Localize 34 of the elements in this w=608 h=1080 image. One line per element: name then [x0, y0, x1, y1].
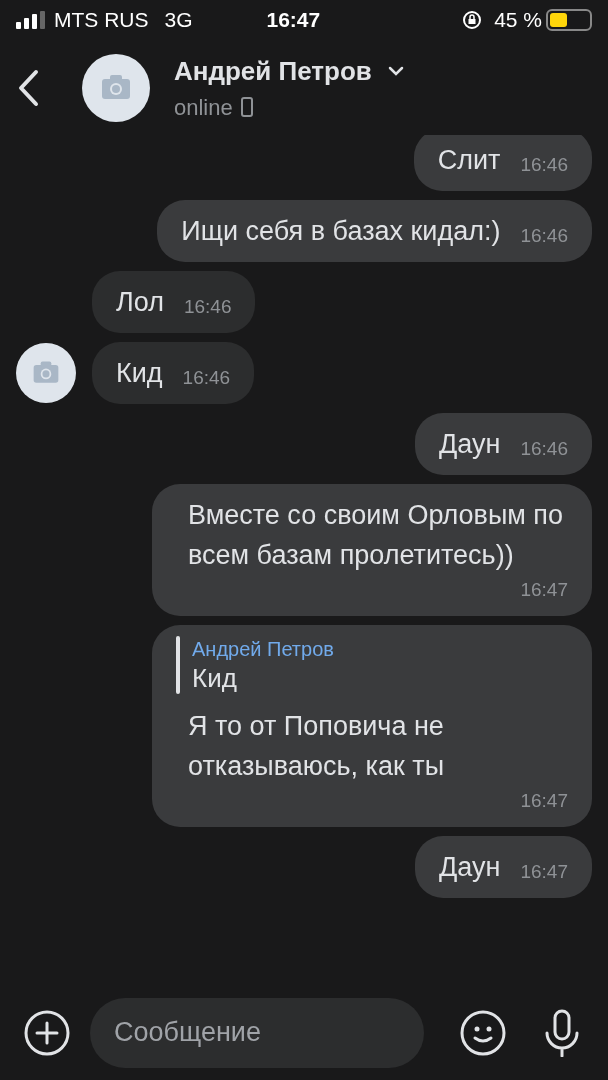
message-text: Слит — [437, 144, 501, 177]
rotation-lock-icon — [462, 10, 483, 30]
message-time: 16:46 — [183, 295, 232, 319]
reply-text: Кид — [192, 662, 238, 694]
battery-percent: 45 % — [494, 7, 542, 34]
message-text: Даун — [439, 851, 501, 884]
message-time: 16:46 — [520, 437, 568, 461]
avatar-icon — [82, 53, 150, 122]
reply-author: Андрей Петров — [192, 637, 334, 662]
signal-icon — [16, 11, 46, 29]
contact-name[interactable]: Андрей Петров — [174, 51, 372, 91]
message-time: 16:47 — [520, 860, 568, 884]
clock: 16:47 — [266, 7, 321, 34]
phone-icon — [240, 97, 253, 117]
network-type: 3G — [164, 7, 193, 34]
message-text: Я то от Поповича не отказываюсь, как ты — [188, 710, 446, 783]
message-text: Ищи себя в базах кидал:) — [181, 215, 501, 248]
message-input[interactable]: Сообщение — [90, 997, 424, 1068]
message-time: 16:47 — [520, 789, 568, 813]
add-icon[interactable] — [24, 1009, 70, 1056]
message-time: 16:46 — [520, 224, 568, 248]
chevron-down-icon[interactable] — [387, 66, 404, 76]
message-time: 16:47 — [520, 578, 568, 602]
online-status: online — [174, 93, 233, 122]
message-text: Лол — [116, 286, 164, 319]
message-text: Кид — [116, 357, 163, 390]
battery-icon — [546, 9, 592, 31]
emoji-icon[interactable] — [460, 1009, 506, 1056]
message-time: 16:46 — [520, 153, 568, 177]
message-time: 16:46 — [182, 366, 231, 390]
message-text: Даун — [439, 428, 501, 461]
message-text: Вместе со своим Орловым по всем базам пролетитесь)) — [188, 499, 564, 572]
back-icon[interactable] — [16, 67, 40, 108]
carrier-name: MTS RUS — [54, 7, 149, 34]
